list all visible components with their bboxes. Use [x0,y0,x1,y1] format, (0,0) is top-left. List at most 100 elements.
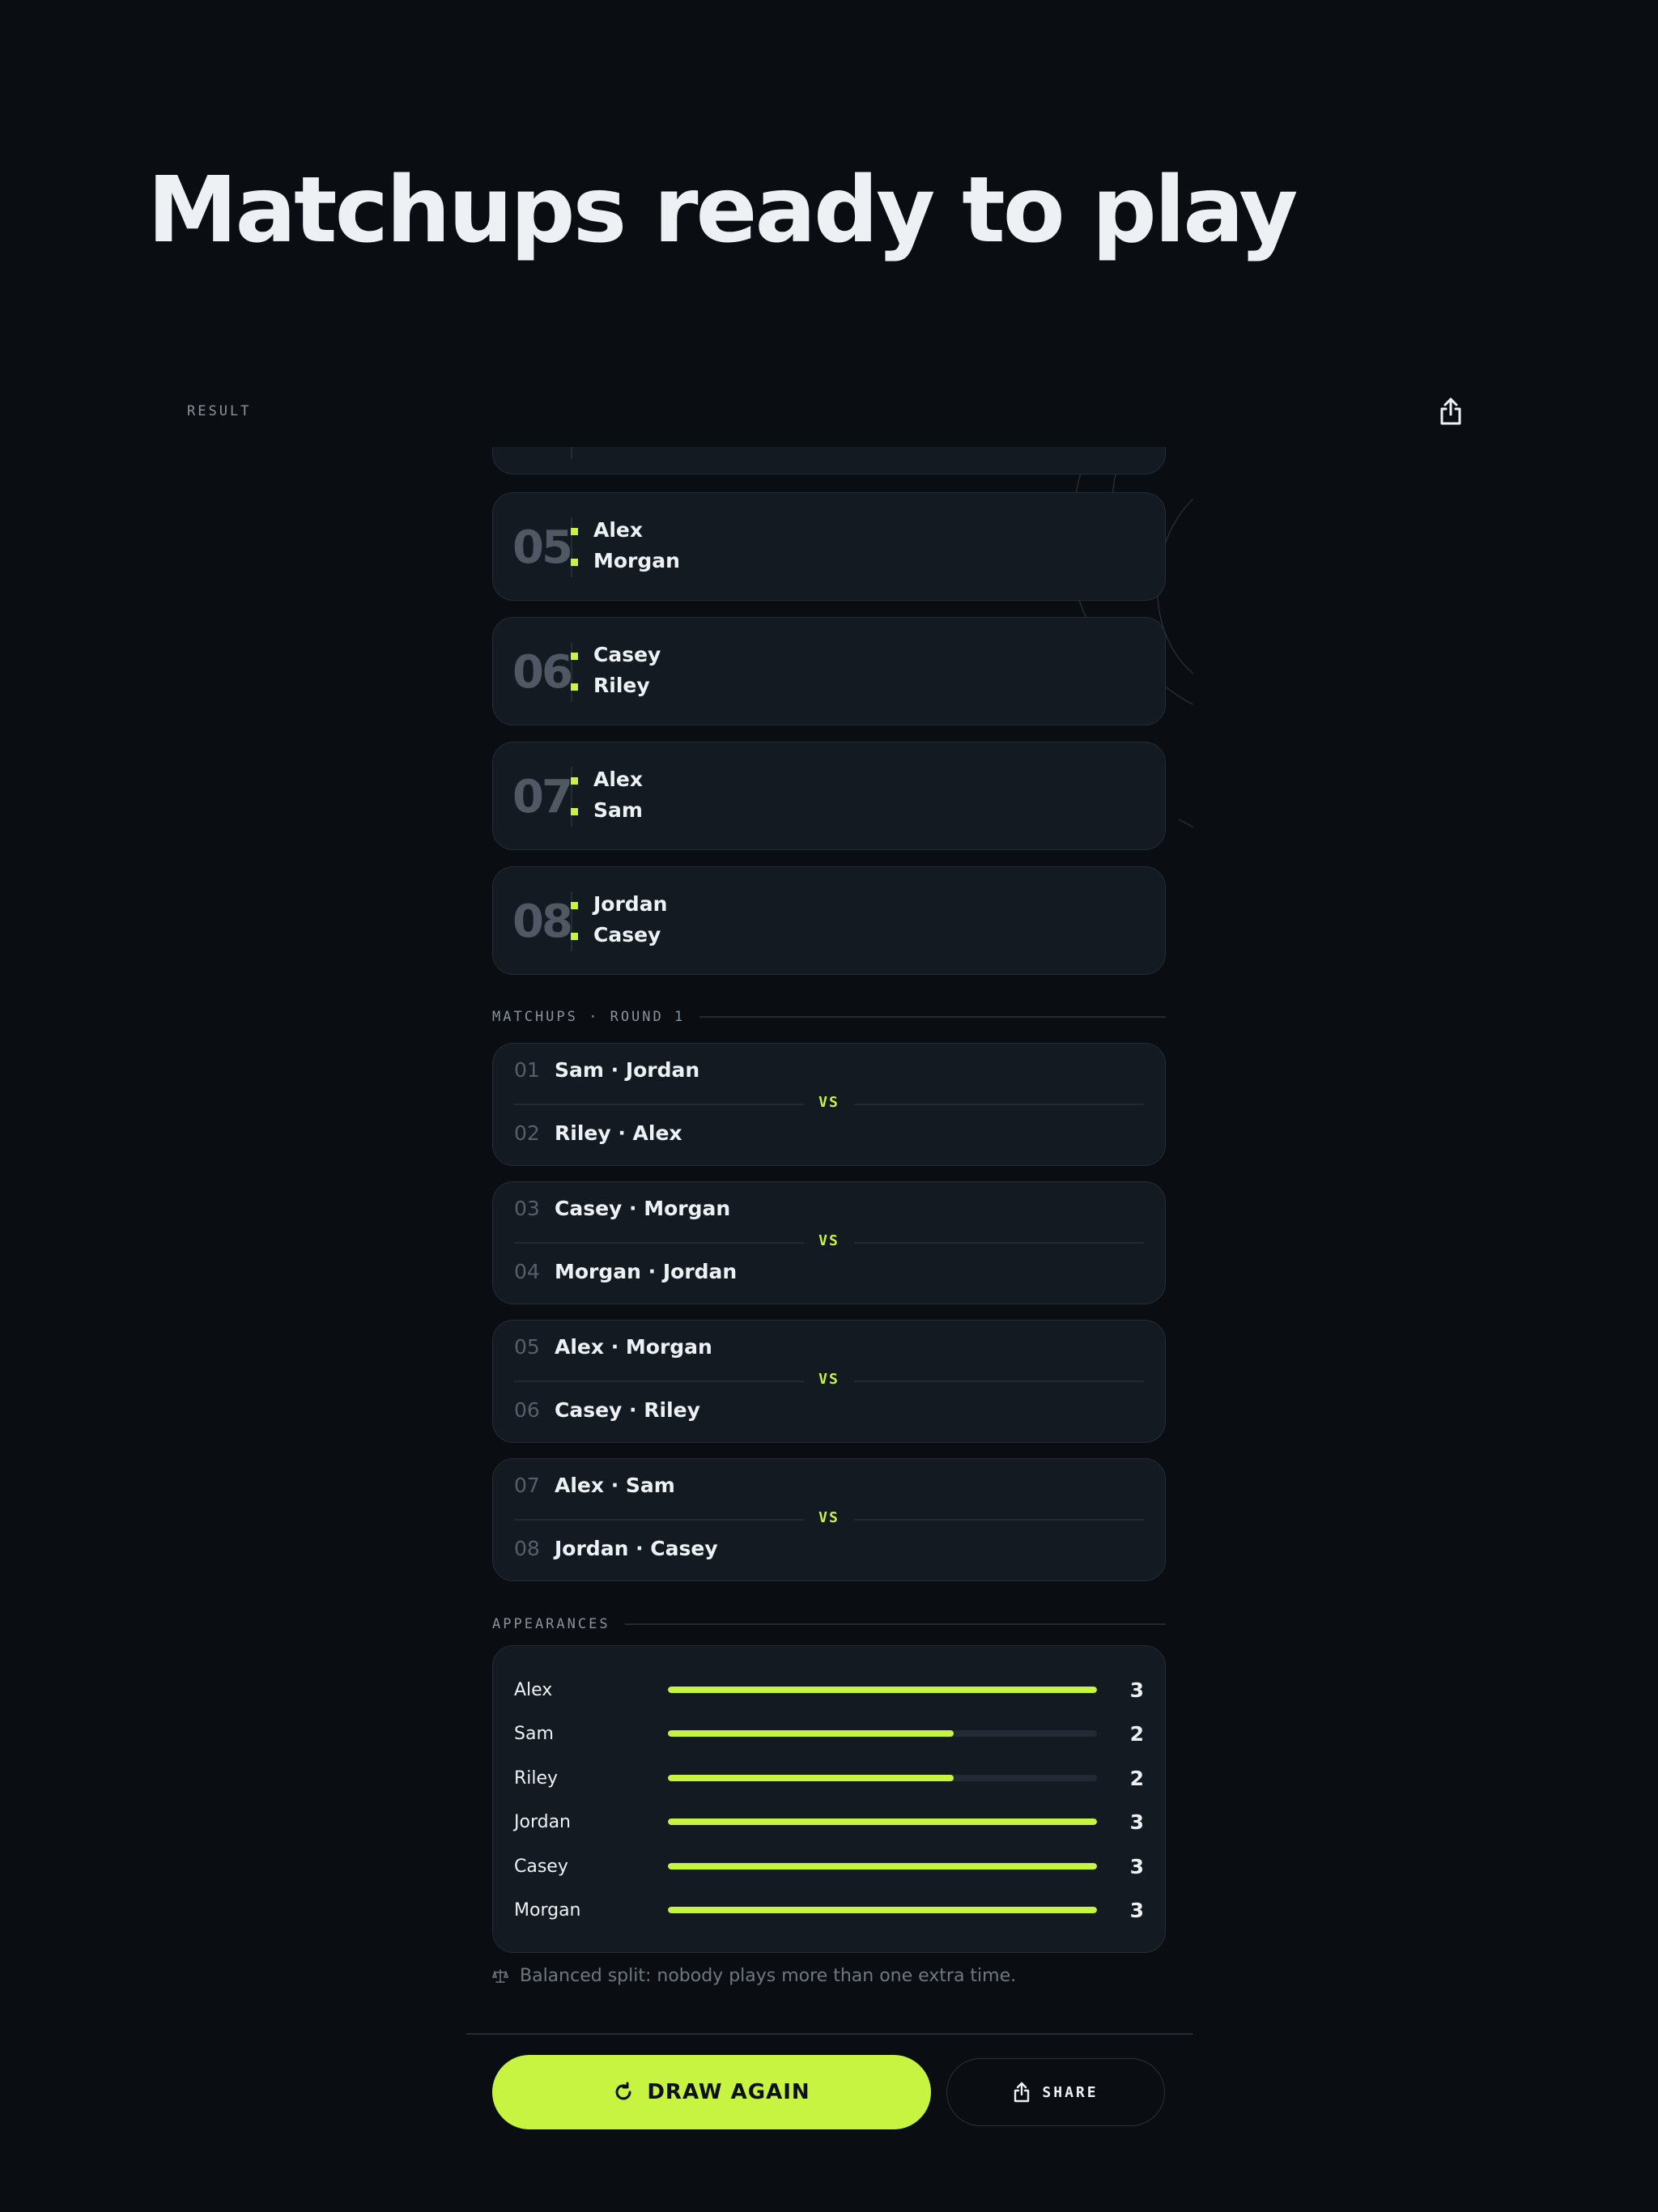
result-label: RESULT [187,403,252,419]
page-title: Matchups ready to play [147,158,1298,263]
appearance-count: 3 [1129,1678,1144,1702]
player-name: Jordan [514,1811,571,1832]
team-divider [571,447,572,459]
appearance-row: Jordan 3 [514,1809,1144,1835]
matchup-team-row: 03 Casey · Morgan [514,1197,730,1220]
matchups-title: MATCHUPS · ROUND 1 [492,1009,686,1025]
appearance-bar-fill [668,1819,1097,1825]
team-player: Alex [571,768,643,791]
team-number: 01 [514,1058,540,1082]
appearance-bar [668,1863,1097,1870]
team-name: Casey · Riley [555,1398,700,1422]
player-name: Casey [514,1856,568,1877]
appearance-count: 2 [1129,1721,1144,1746]
team-card-partial [492,447,1166,474]
matchup-team-row: 06 Casey · Riley [514,1398,700,1422]
appearance-row: Alex 3 [514,1677,1144,1703]
appearances-header: APPEARANCES [492,1614,1166,1634]
appearance-row: Casey 3 [514,1853,1144,1879]
share-top-button[interactable] [1435,395,1467,428]
balance-note-text: Balanced split: nobody plays more than o… [520,1966,1017,1986]
matchup-team-row: 08 Jordan · Casey [514,1537,718,1560]
player-name: Alex [514,1679,553,1700]
balance-note: Balanced split: nobody plays more than o… [492,1966,1016,1986]
team-name: Riley · Alex [555,1121,682,1145]
team-name: Alex · Morgan [555,1335,712,1359]
results-scroll-area[interactable]: 05 Alex Morgan 06 Casey Riley 07 Alex Sa… [466,447,1193,2034]
vs-label: VS [804,1371,854,1388]
appearance-count: 3 [1129,1898,1144,1922]
team-name: Casey · Morgan [555,1197,731,1220]
section-divider [624,1623,1166,1625]
team-number: 03 [514,1197,540,1220]
team-number: 05 [514,1335,540,1359]
vs-label: VS [804,1232,854,1249]
team-divider [571,767,572,827]
team-divider [571,891,572,951]
appearance-bar-fill [668,1863,1097,1870]
team-player: Casey [570,923,661,946]
matchup-card: 07 Alex · Sam VS 08 Jordan · Casey [492,1458,1166,1581]
appearance-row: Riley 2 [514,1765,1144,1791]
team-player: Morgan [571,549,680,572]
team-name: Jordan · Casey [555,1537,718,1560]
section-divider [699,1016,1166,1018]
appearance-bar-fill [668,1687,1097,1693]
appearance-bar-fill [668,1730,954,1737]
team-name: Sam · Jordan [555,1058,700,1082]
share-icon [1014,2082,1030,2103]
share-icon [1440,398,1461,425]
team-player: Sam [571,798,643,822]
team-player: Casey [570,643,661,666]
appearance-row: Morgan 3 [514,1897,1144,1923]
matchup-card: 03 Casey · Morgan VS 04 Morgan · Jordan [492,1181,1166,1304]
team-number: 05 [512,521,573,574]
vs-label: VS [804,1094,854,1111]
appearance-bar [668,1730,1097,1737]
share-label: SHARE [1042,2083,1099,2101]
player-name: Sam [514,1723,554,1744]
matchup-team-row: 02 Riley · Alex [514,1121,682,1145]
matchup-team-row: 07 Alex · Sam [514,1474,675,1497]
matchup-card: 05 Alex · Morgan VS 06 Casey · Riley [492,1320,1166,1443]
appearance-count: 3 [1129,1810,1144,1834]
team-player: Alex [571,518,643,542]
refresh-icon [615,2082,631,2100]
appearance-bar [668,1775,1097,1781]
player-name: Morgan [514,1899,581,1921]
matchup-card: 01 Sam · Jordan VS 02 Riley · Alex [492,1043,1166,1166]
appearance-count: 2 [1129,1766,1144,1790]
appearance-bar [668,1907,1097,1913]
team-card: 05 Alex Morgan [492,492,1166,601]
team-number: 07 [512,771,573,823]
team-number: 04 [514,1260,540,1283]
team-player: Riley [571,674,650,697]
team-number: 06 [514,1398,540,1422]
matchups-header: MATCHUPS · ROUND 1 [492,1007,1166,1027]
matchup-team-row: 01 Sam · Jordan [514,1058,699,1082]
draw-again-button[interactable]: DRAW AGAIN [492,2055,931,2129]
footer-divider [466,2033,1193,2035]
matchup-team-row: 05 Alex · Morgan [514,1335,712,1359]
team-card: 07 Alex Sam [492,742,1166,850]
appearance-bar-fill [668,1907,1097,1913]
team-number: 08 [514,1537,540,1560]
player-name: Riley [514,1767,559,1789]
appearances-card: Alex 3 Sam 2 Riley 2 Jordan 3 Casey 3 Mo… [492,1645,1166,1953]
team-card: 08 Jordan Casey [492,866,1166,975]
team-divider [571,517,572,577]
team-number: 06 [512,646,573,699]
matchup-team-row: 04 Morgan · Jordan [514,1260,737,1283]
team-card: 06 Casey Riley [492,617,1166,725]
appearance-bar [668,1687,1097,1693]
team-player: Jordan [570,892,668,916]
appearance-count: 3 [1129,1854,1144,1878]
appearance-row: Sam 2 [514,1721,1144,1746]
team-number: 07 [514,1474,540,1497]
share-button[interactable]: SHARE [946,2058,1165,2126]
draw-again-label: DRAW AGAIN [647,2080,810,2104]
vs-label: VS [804,1509,854,1526]
appearance-bar-fill [668,1775,954,1781]
team-divider [571,642,572,702]
scale-icon [492,1968,508,1983]
